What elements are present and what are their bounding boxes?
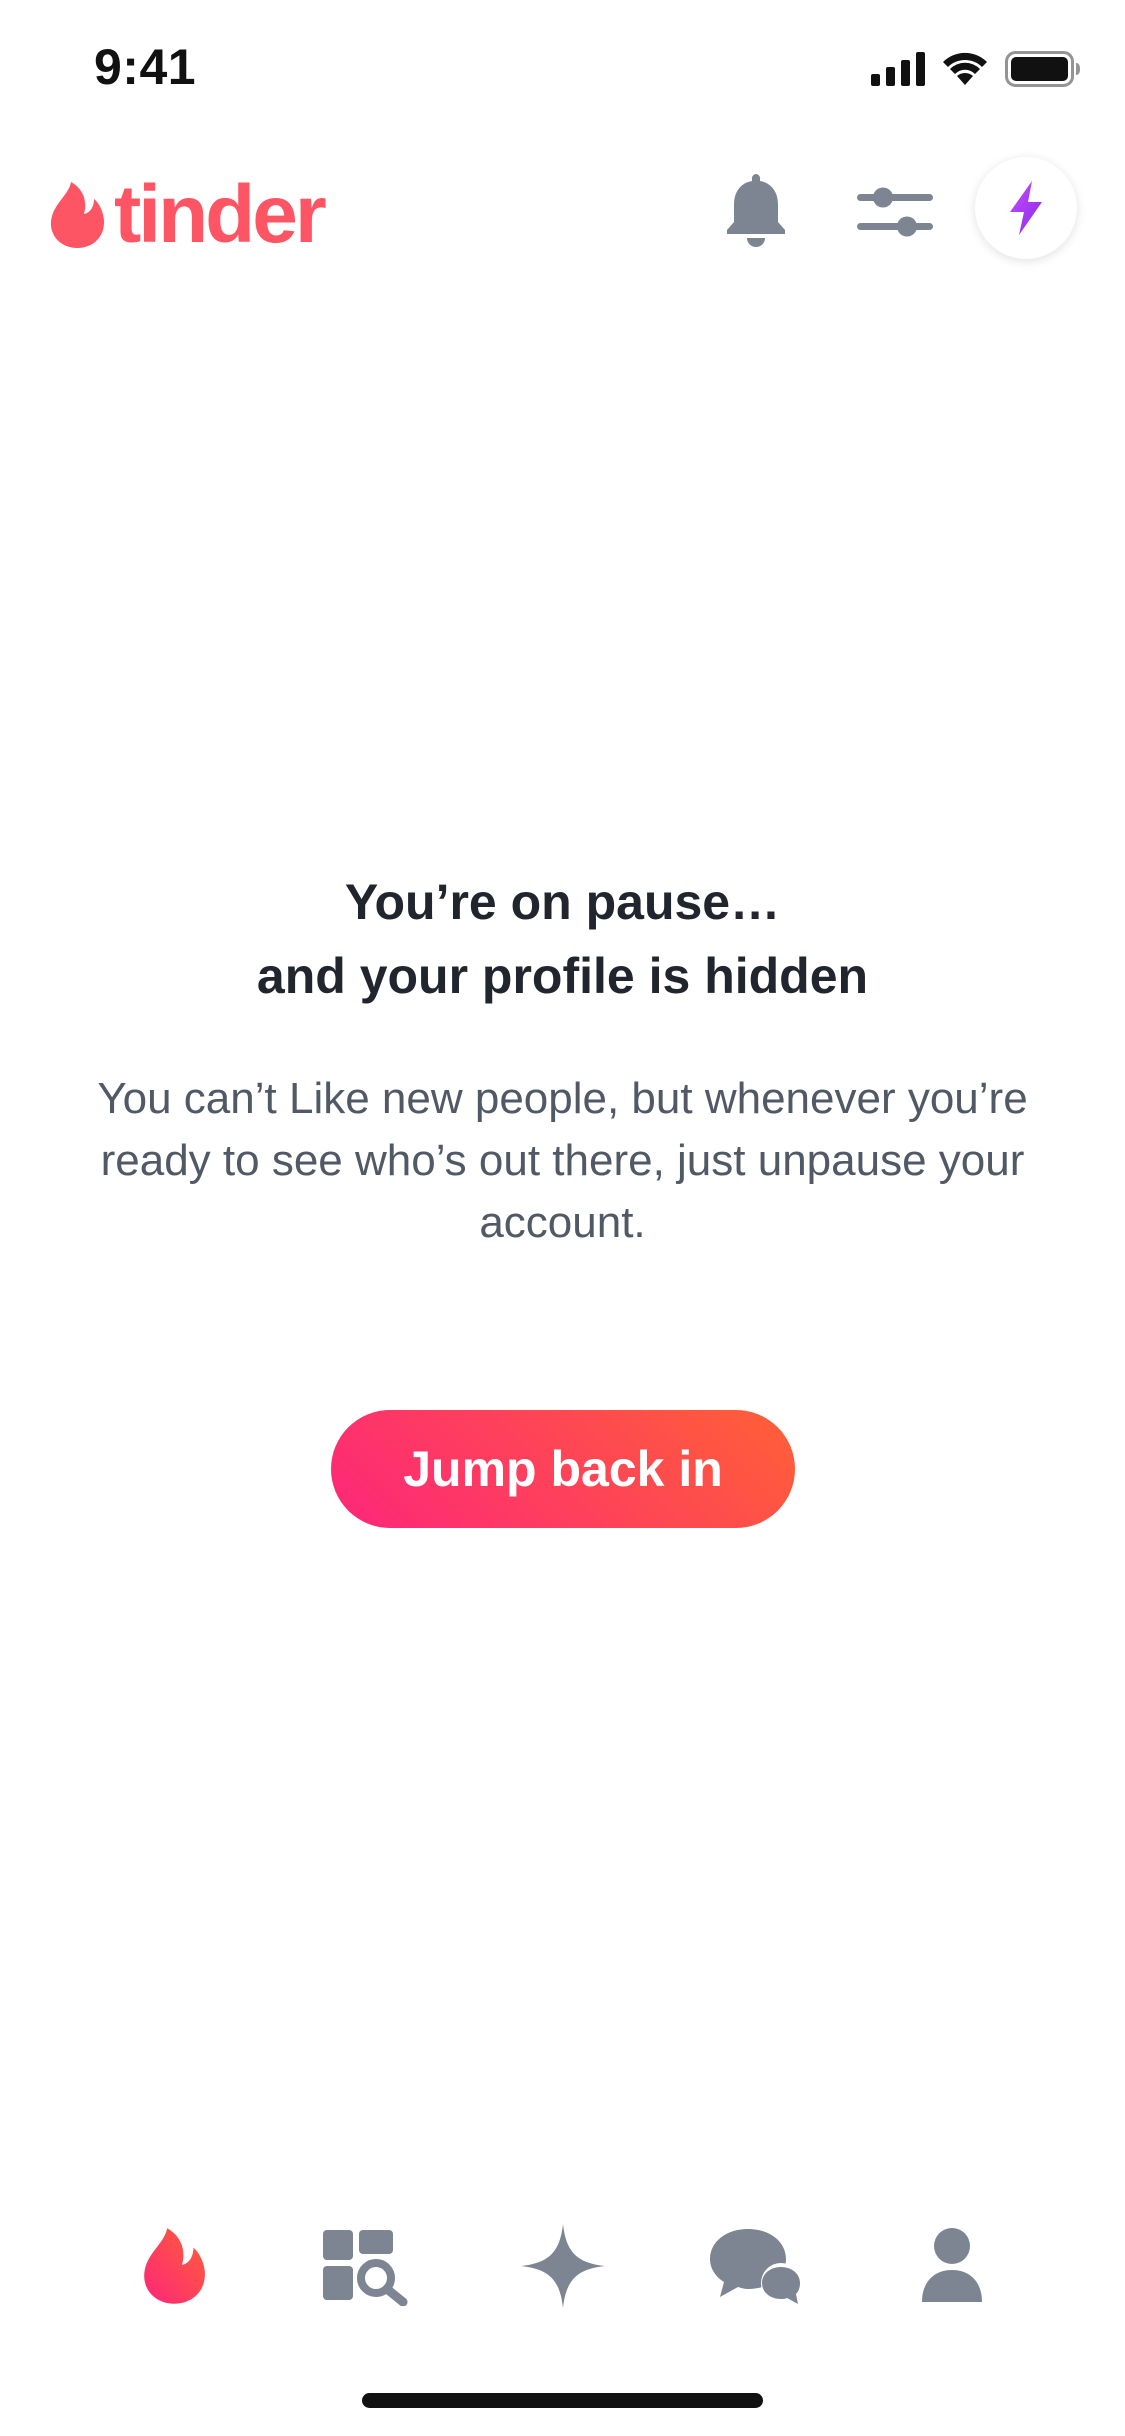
jump-back-in-button[interactable]: Jump back in	[331, 1410, 795, 1528]
bell-icon	[727, 174, 785, 247]
battery-icon	[1005, 51, 1080, 87]
profile-icon	[922, 2228, 982, 2302]
status-time: 9:41	[94, 39, 197, 95]
sparkle-icon	[521, 2224, 605, 2308]
pause-title-line-1: You’re on pause…	[344, 874, 781, 930]
nav-tab-explore[interactable]	[316, 2216, 416, 2316]
nav-tab-top-picks[interactable]	[513, 2216, 613, 2316]
home-indicator[interactable]	[362, 2393, 763, 2408]
status-bar: 9:41	[0, 0, 1125, 140]
bottom-nav	[0, 2200, 1125, 2320]
explore-icon	[323, 2230, 408, 2306]
pause-title: You’re on pause… and your profile is hid…	[0, 865, 1125, 1013]
nav-tab-profile[interactable]	[902, 2216, 1002, 2316]
flame-icon	[50, 182, 105, 248]
filters-button[interactable]	[852, 164, 938, 260]
lightning-icon	[1010, 181, 1042, 235]
wifi-icon	[943, 52, 987, 85]
flame-icon	[144, 2228, 205, 2304]
pause-title-line-2: and your profile is hidden	[256, 948, 869, 1004]
boost-button[interactable]	[975, 157, 1077, 259]
app-screen: 9:41 tinder You’re on pause… and your pr…	[0, 0, 1125, 2436]
nav-tab-home[interactable]	[124, 2216, 224, 2316]
tinder-logo[interactable]: tinder	[48, 169, 327, 260]
cellular-signal-icon	[871, 52, 925, 86]
status-icons	[871, 46, 1081, 92]
nav-tab-messages[interactable]	[706, 2216, 806, 2316]
app-header: tinder	[0, 140, 1125, 280]
logo-wordmark: tinder	[114, 169, 327, 260]
notifications-button[interactable]	[714, 160, 798, 260]
chat-icon	[710, 2229, 801, 2304]
pause-description: You can’t Like new people, but whenever …	[97, 1074, 1028, 1247]
sliders-icon	[857, 187, 933, 237]
